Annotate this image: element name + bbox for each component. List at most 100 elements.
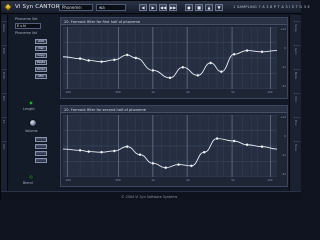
copy-button[interactable]: Copy <box>35 53 47 58</box>
left-tab-label: Out <box>2 144 6 150</box>
formant-control-point[interactable] <box>151 162 155 165</box>
right-tab-tune[interactable]: Tune <box>293 141 300 157</box>
right-tab-label: Vibr <box>294 96 298 102</box>
left-tab-out[interactable]: Out <box>2 141 7 157</box>
left-tab-label: Phon <box>2 72 6 80</box>
knob-label-volume: Volume <box>25 129 38 133</box>
formant-control-point[interactable] <box>181 65 185 69</box>
phoneme-set-label: Phoneme Set <box>15 17 38 21</box>
formant-control-point[interactable] <box>78 57 82 60</box>
formant-control-point[interactable] <box>164 166 168 170</box>
right-tab-envelope[interactable]: Env <box>293 117 300 133</box>
freq-label: 100 <box>65 178 71 182</box>
freq-label: 10k <box>267 178 273 182</box>
right-tab-vibrato[interactable]: Vibr <box>293 93 300 109</box>
graph-header: 20. Formant filter for first half of pho… <box>61 18 287 25</box>
up-button[interactable]: ▲ <box>205 4 213 11</box>
formant-control-point[interactable] <box>87 59 91 62</box>
graph-title: 20. Formant filter for second half of ph… <box>64 107 146 112</box>
formant-control-point[interactable] <box>151 69 155 72</box>
forward-button[interactable]: ▶▶ <box>169 4 177 11</box>
formant-control-point[interactable] <box>220 70 223 73</box>
delete-button[interactable]: Del <box>35 46 47 51</box>
formant-control-point[interactable] <box>232 139 236 143</box>
frequency-scale: 100 500 1k 2k 5k 10k <box>63 178 277 184</box>
left-tab-phon[interactable]: Phon <box>2 69 7 85</box>
freq-label: 2k <box>186 178 190 182</box>
phoneme-select[interactable]: wa <box>96 4 126 11</box>
side-button-b[interactable] <box>35 144 47 149</box>
formant-graph-second-half: 20. Formant filter for second half of ph… <box>60 105 288 187</box>
freq-label: 10k <box>267 90 273 94</box>
led-off-indicator-icon <box>29 175 33 179</box>
frequency-scale: 100 500 1k 2k 5k 10k <box>63 90 277 96</box>
formant-control-point[interactable] <box>100 60 103 64</box>
right-tab-label: Song <box>294 24 298 32</box>
right-tab-lyric[interactable]: Lyric <box>293 45 300 61</box>
formant-control-point[interactable] <box>245 49 249 52</box>
phoneme-set-select[interactable]: E s N <box>15 23 41 29</box>
formant-control-point[interactable] <box>209 61 213 65</box>
title-bar: Vi Syn CANTOR Phoneme: wa ◀ ▶ ◀◀ ▶▶ ● ■ … <box>1 1 310 14</box>
freq-label: 2k <box>186 90 190 94</box>
formant-control-point[interactable] <box>232 52 236 56</box>
prev-button[interactable]: ◀ <box>139 4 147 11</box>
copyright-text: © 2004 Vi Syn Software Systems <box>121 195 178 199</box>
left-tab-fx[interactable]: Fx <box>2 117 7 133</box>
app-title: Vi Syn CANTOR <box>15 4 60 10</box>
formant-control-point[interactable] <box>190 164 193 168</box>
left-tab-mix[interactable]: Mix <box>2 93 7 109</box>
formant-control-point[interactable] <box>196 74 200 77</box>
stop-button[interactable]: ■ <box>195 4 203 11</box>
knob-label-blend: Blend <box>23 181 33 185</box>
record-button[interactable]: ● <box>185 4 193 11</box>
formant-plot[interactable] <box>63 27 277 89</box>
freq-label: 500 <box>115 90 121 94</box>
formant-control-point[interactable] <box>100 150 103 154</box>
status-bar: © 2004 Vi Syn Software Systems <box>1 191 301 201</box>
left-tab-label: Fx <box>2 120 6 124</box>
graph-title: 20. Formant filter for first half of pho… <box>64 19 141 24</box>
volume-knob[interactable] <box>29 119 37 127</box>
status-readout: 1 SAMPLING 7 A 3 8 P T A 3 I S T G 3 E <box>233 5 310 9</box>
formant-control-point[interactable] <box>125 145 129 148</box>
formant-control-point[interactable] <box>168 76 172 80</box>
vi-syn-logo-icon <box>3 2 13 12</box>
transport-toolbar: ◀ ▶ ◀◀ ▶▶ ● ■ ▲ ▼ <box>139 4 223 11</box>
side-button-c[interactable] <box>35 151 47 156</box>
down-button[interactable]: ▼ <box>215 4 223 11</box>
right-tab-note[interactable]: Note <box>293 69 300 85</box>
right-tab-song[interactable]: Song <box>293 21 300 37</box>
formant-graph-first-half: 20. Formant filter for first half of pho… <box>60 17 288 99</box>
next-button[interactable]: ▶ <box>149 4 157 11</box>
formant-control-point[interactable] <box>177 163 180 166</box>
formant-control-point[interactable] <box>125 53 129 57</box>
right-tab-label: Note <box>294 72 298 80</box>
formant-control-point[interactable] <box>113 149 116 153</box>
left-tab-voice[interactable]: Voice <box>2 21 7 37</box>
paste-button[interactable]: Paste <box>35 60 47 65</box>
formant-control-point[interactable] <box>113 58 116 62</box>
mix-button[interactable]: Mix <box>35 74 47 79</box>
add-button[interactable]: Add <box>35 39 47 44</box>
formant-control-point[interactable] <box>78 148 82 152</box>
formant-control-point[interactable] <box>87 150 91 153</box>
left-tab-edit[interactable]: Edit <box>2 45 7 61</box>
undo-button[interactable]: Undo <box>35 67 47 72</box>
formant-control-point[interactable] <box>215 137 219 140</box>
left-tab-label: Edit <box>2 48 6 54</box>
formant-plot[interactable] <box>63 115 277 177</box>
freq-label: 1k <box>151 90 155 94</box>
formant-control-point[interactable] <box>202 150 206 154</box>
phoneme-field-label[interactable]: Phoneme: <box>59 4 93 11</box>
formant-control-point[interactable] <box>260 145 264 148</box>
left-tab-label: Mix <box>2 96 6 102</box>
side-button-d[interactable] <box>35 158 47 163</box>
rewind-button[interactable]: ◀◀ <box>159 4 167 11</box>
level-scale: +12 0 -12 -24 <box>277 27 287 89</box>
side-button-a[interactable] <box>35 137 47 142</box>
formant-control-point[interactable] <box>260 50 264 54</box>
formant-control-point[interactable] <box>245 143 249 147</box>
formant-control-point[interactable] <box>134 56 138 60</box>
formant-control-point[interactable] <box>138 153 142 157</box>
